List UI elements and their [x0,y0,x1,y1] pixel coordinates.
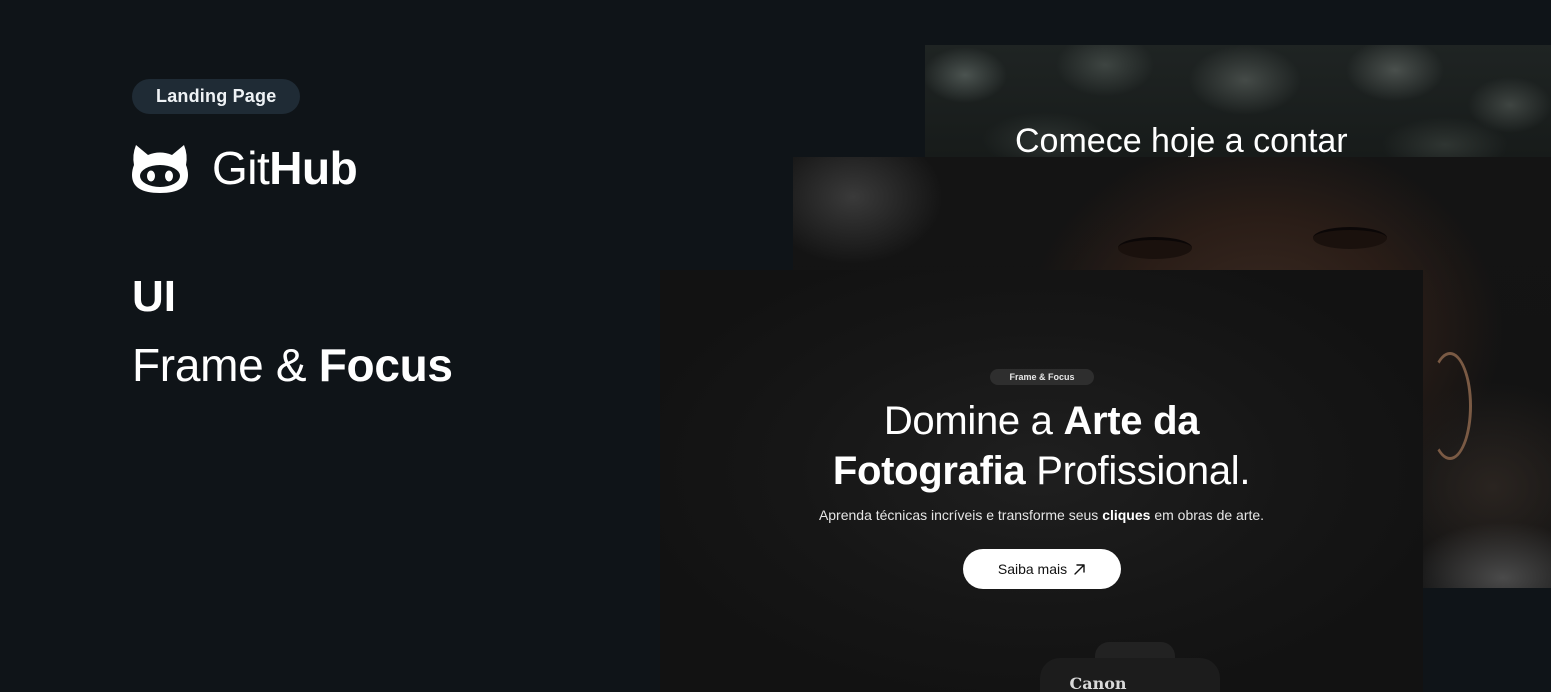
project-title-light: Frame & [132,339,319,391]
github-brand: GitHub [132,141,358,195]
portrait-shoulder [1423,498,1551,588]
hero-headline-line1: Domine a Arte da [660,396,1423,446]
landing-page-badge: Landing Page [132,79,301,114]
camera-image: Canon [1040,638,1220,692]
headline-line1-bold: Arte da [1063,399,1200,443]
brand-name-light: Git [212,142,270,194]
arrow-up-right-icon [1074,563,1085,575]
forest-mockup-card: Comece hoje a contar [925,45,1551,157]
portrait-eye-left [1118,237,1192,259]
project-title-bold: Focus [318,339,453,391]
headline-line1-light: Domine a [883,399,1064,443]
hero-subline: Aprenda técnicas incríveis e transforme … [660,506,1423,524]
project-title: Frame & Focus [132,338,453,392]
brand-name-bold: Hub [269,142,358,194]
hero-mockup-card: Frame & Focus Domine a Arte da Fotografi… [660,270,1423,692]
forest-heading: Comece hoje a contar [1015,122,1348,157]
github-cat-icon [132,145,188,193]
hero-headline: Domine a Arte da Fotografia Profissional… [660,396,1423,496]
subline-before: Aprenda técnicas incríveis e transforme … [818,507,1103,523]
subline-after: em obras de arte. [1150,507,1265,523]
portrait-earring [1428,352,1472,460]
hero-badge: Frame & Focus [990,369,1094,385]
portrait-eye-right [1313,227,1387,249]
headline-line2-light: Profissional. [1025,449,1251,493]
subline-bold: cliques [1102,507,1151,523]
category-label: UI [132,272,176,321]
saiba-mais-button[interactable]: Saiba mais [963,549,1121,589]
showcase-canvas: Landing Page GitHub UI Frame & Focus Com… [0,0,1551,692]
headline-line2-bold: Fotografia [832,449,1026,493]
cta-label: Saiba mais [997,561,1068,577]
brand-name: GitHub [212,141,358,195]
camera-brand-text: Canon [1069,674,1127,692]
hero-headline-line2: Fotografia Profissional. [660,446,1423,496]
